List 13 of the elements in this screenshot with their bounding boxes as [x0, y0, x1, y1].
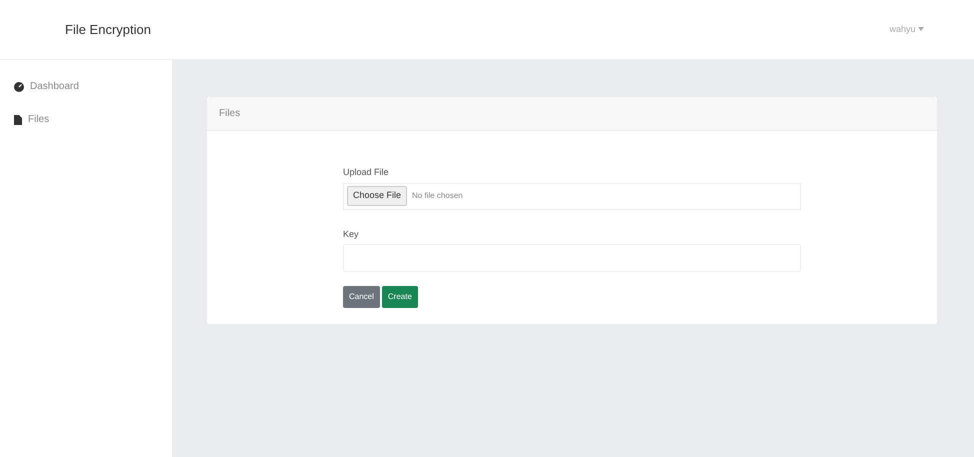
- app-title: File Encryption: [65, 20, 151, 39]
- create-button[interactable]: Create: [382, 286, 418, 308]
- cancel-button[interactable]: Cancel: [343, 286, 380, 308]
- sidebar-item[interactable]: Dashboard: [0, 70, 172, 103]
- user-menu[interactable]: wahyu: [889, 22, 924, 36]
- sidebar-item[interactable]: Files: [0, 103, 172, 136]
- caret-icon: [918, 27, 924, 32]
- field-label: Upload File: [343, 166, 390, 179]
- card-title: Files: [207, 97, 937, 131]
- field-label: Key: [343, 228, 360, 241]
- dashboard-icon: [14, 82, 24, 92]
- file-input[interactable]: Choose File No file chosen: [343, 182, 801, 210]
- file-icon: [14, 114, 22, 124]
